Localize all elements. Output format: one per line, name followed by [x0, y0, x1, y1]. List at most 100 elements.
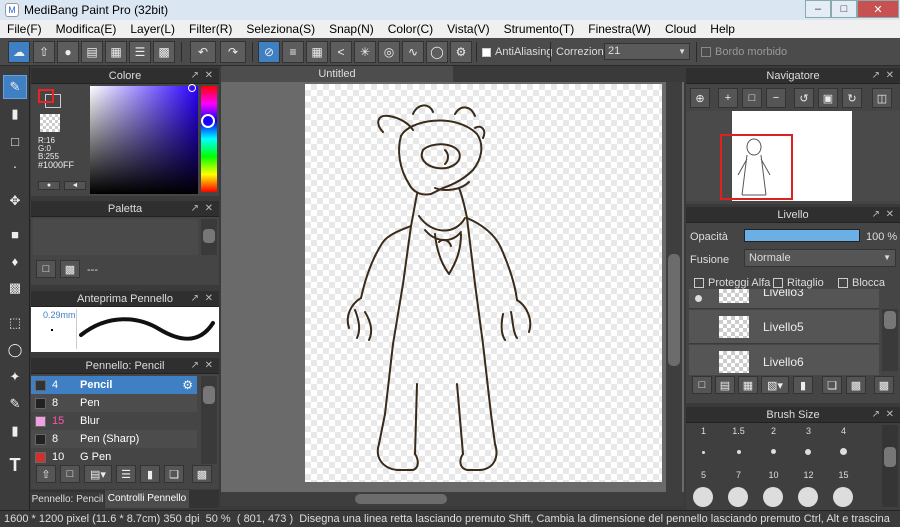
snap-ellipse-icon[interactable]: ◯ — [426, 41, 448, 63]
soft-edge-toggle[interactable]: Bordo morbido — [701, 46, 787, 58]
select-eraser-tool-icon[interactable]: ▮ — [3, 419, 27, 443]
brush-size-scrollbar[interactable] — [882, 425, 898, 507]
balloon-icon[interactable]: ▤ — [81, 41, 103, 63]
protect-alpha-checkbox[interactable] — [694, 278, 704, 288]
color-mode-button[interactable]: ● — [38, 181, 60, 190]
close-icon[interactable]: ✕ — [205, 360, 213, 371]
menu-edit[interactable]: Modifica(E) — [49, 22, 124, 36]
zoom-fit-icon[interactable]: ⊕ — [690, 88, 710, 108]
size-option-label[interactable]: 1 — [686, 426, 721, 439]
trash-icon[interactable]: ▩ — [192, 465, 212, 483]
popout-icon[interactable]: ↗ — [872, 409, 880, 420]
new-layer-icon[interactable]: □ — [692, 376, 712, 394]
navigator-preview[interactable] — [686, 111, 900, 201]
size-dot[interactable] — [840, 448, 847, 455]
color-swap-button[interactable]: ◄ — [64, 181, 86, 190]
add-brush-menu-icon[interactable]: ▤▾ — [84, 465, 112, 483]
size-dot[interactable] — [833, 487, 853, 507]
brush-item[interactable]: 8 Pen (Sharp) — [31, 430, 197, 448]
magic-wand-tool-icon[interactable]: ✦ — [3, 365, 27, 389]
gradient-tool-icon[interactable]: ▩ — [3, 276, 27, 300]
menu-help[interactable]: Help — [703, 22, 742, 36]
close-icon[interactable]: ✕ — [886, 70, 894, 81]
menu-cloud[interactable]: Cloud — [658, 22, 703, 36]
trash-icon[interactable]: ▩ — [874, 376, 894, 394]
maximize-button[interactable]: □ — [831, 0, 857, 18]
brush-item[interactable]: 4 Pencil ⚙ — [31, 376, 197, 394]
popout-icon[interactable]: ↗ — [191, 360, 199, 371]
menu-file[interactable]: File(F) — [0, 22, 49, 36]
size-dot[interactable] — [798, 487, 818, 507]
close-icon[interactable]: ✕ — [205, 293, 213, 304]
menu-color[interactable]: Color(C) — [381, 22, 440, 36]
select-rect-tool-icon[interactable]: ⬚ — [3, 311, 27, 335]
close-button[interactable]: ✕ — [857, 0, 899, 18]
folder-icon[interactable]: ▮ — [140, 465, 160, 483]
size-option-label[interactable]: 3 — [791, 426, 826, 439]
bucket-tool-icon[interactable]: ♦ — [3, 249, 27, 273]
lock-toggle[interactable]: Blocca — [838, 277, 885, 289]
picker-cursor[interactable] — [188, 84, 196, 92]
menu-filter[interactable]: Filter(R) — [182, 22, 239, 36]
list-icon[interactable]: ☰ — [129, 41, 151, 63]
size-option-label[interactable]: 12 — [791, 470, 826, 483]
layer-scrollbar[interactable] — [882, 309, 898, 371]
palette-scrollbar[interactable] — [201, 219, 217, 255]
add-layer-menu-icon[interactable]: ▧▾ — [761, 376, 789, 394]
new-8bit-layer-icon[interactable]: ▦ — [738, 376, 758, 394]
layer-row[interactable]: Livello5 — [689, 310, 879, 344]
text-tool-icon[interactable]: T — [3, 453, 27, 477]
popout-icon[interactable]: ↗ — [191, 203, 199, 214]
size-option-label[interactable]: 4 — [826, 426, 861, 439]
eraser-tool-icon[interactable]: ▮ — [3, 102, 27, 126]
rotate-right-icon[interactable]: ↻ — [842, 88, 862, 108]
size-option-label[interactable]: 5 — [686, 470, 721, 483]
menu-snap[interactable]: Snap(N) — [322, 22, 381, 36]
zoom-in-icon[interactable]: + — [718, 88, 738, 108]
close-icon[interactable]: ✕ — [886, 409, 894, 420]
brush-item[interactable]: 15 Blur — [31, 412, 197, 430]
fit-window-icon[interactable]: ▣ — [818, 88, 838, 108]
grid-layout-icon[interactable]: ▩ — [153, 41, 175, 63]
size-option-label[interactable]: 15 — [826, 470, 861, 483]
share-icon[interactable]: ⇧ — [33, 41, 55, 63]
new-brush-icon[interactable]: □ — [60, 465, 80, 483]
snap-radial-icon[interactable]: ✳ — [354, 41, 376, 63]
snap-perspective-icon[interactable]: < — [330, 41, 352, 63]
blend-mode-select[interactable]: Normale ▼ — [744, 249, 896, 267]
snap-grid-icon[interactable]: ▦ — [306, 41, 328, 63]
rotate-left-icon[interactable]: ↺ — [794, 88, 814, 108]
popout-icon[interactable]: ↗ — [191, 70, 199, 81]
antialias-toggle[interactable]: AntiAliasing — [482, 46, 552, 58]
dot-tool-icon[interactable]: ⋅ — [3, 156, 27, 180]
menu-window[interactable]: Finestra(W) — [581, 22, 658, 36]
brush-upload-icon[interactable]: ⇧ — [36, 465, 56, 483]
size-dot[interactable] — [737, 450, 741, 454]
size-dot[interactable] — [693, 487, 713, 507]
clipping-checkbox[interactable] — [773, 278, 783, 288]
tab-brush[interactable]: Pennello: Pencil — [31, 492, 104, 508]
menu-select[interactable]: Seleziona(S) — [239, 22, 322, 36]
new-palette-icon[interactable]: □ — [36, 260, 56, 278]
new-halftone-layer-icon[interactable]: ▤ — [715, 376, 735, 394]
drawing-canvas[interactable] — [305, 84, 662, 482]
size-dot[interactable] — [771, 449, 776, 454]
close-icon[interactable]: ✕ — [886, 209, 894, 220]
shape-tool-icon[interactable]: □ — [3, 129, 27, 153]
size-dot[interactable] — [763, 487, 783, 507]
transparent-swatch[interactable] — [40, 114, 60, 132]
lock-checkbox[interactable] — [838, 278, 848, 288]
close-icon[interactable]: ✕ — [205, 70, 213, 81]
brush-item[interactable]: 10 G Pen — [31, 448, 197, 466]
visibility-eye-icon[interactable] — [695, 295, 702, 302]
size-option-label[interactable]: 2 — [756, 426, 791, 439]
zoom-out-icon[interactable]: − — [766, 88, 786, 108]
snap-off-icon[interactable]: ⊘ — [258, 41, 280, 63]
select-pen-tool-icon[interactable]: ✎ — [3, 392, 27, 416]
menu-tool[interactable]: Strumento(T) — [497, 22, 582, 36]
brush-item[interactable]: 8 Pen — [31, 394, 197, 412]
menu-view[interactable]: Vista(V) — [440, 22, 496, 36]
tab-untitled[interactable]: Untitled — [221, 66, 453, 82]
snap-circle-icon[interactable]: ◎ — [378, 41, 400, 63]
protect-alpha-toggle[interactable]: Proteggi Alfa — [694, 277, 770, 289]
